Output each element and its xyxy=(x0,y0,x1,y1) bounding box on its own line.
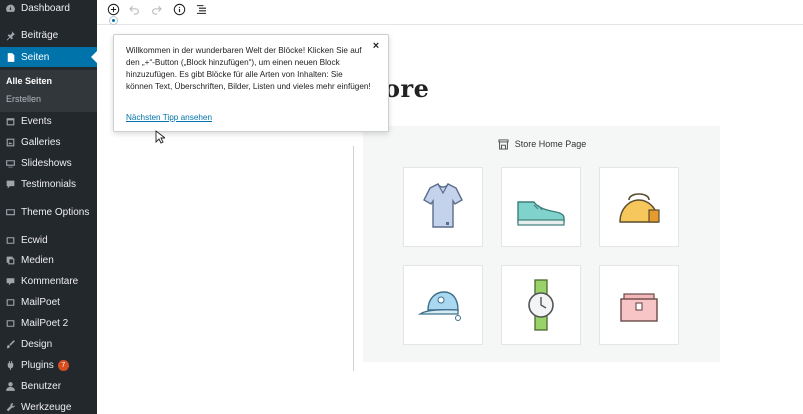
mouse-cursor-icon xyxy=(155,130,165,144)
sidebar-item-testimonials[interactable]: Testimonials xyxy=(0,174,97,194)
sidebar-item-galleries[interactable]: Galleries xyxy=(0,132,97,152)
sidebar-item-label: Galleries xyxy=(21,136,61,148)
watch-icon xyxy=(528,279,554,331)
pin-icon xyxy=(5,30,16,41)
sidebar-item-label: Seiten xyxy=(21,51,50,63)
sidebar-item-users[interactable]: Benutzer xyxy=(0,376,97,396)
sidebar-item-plugins[interactable]: Plugins 7 xyxy=(0,355,97,375)
next-tip-link[interactable]: Nächsten Tipp ansehen xyxy=(126,113,212,122)
sidebar-item-tools[interactable]: Werkzeuge xyxy=(0,397,97,414)
tip-popover: Willkommen in der wunderbaren Welt der B… xyxy=(113,34,389,132)
sidebar-item-slideshows[interactable]: Slideshows xyxy=(0,153,97,173)
sidebar-item-design[interactable]: Design xyxy=(0,334,97,354)
events-icon xyxy=(5,116,16,127)
sidebar-item-label: Testimonials xyxy=(21,178,77,190)
sidebar-item-mailpoet-2[interactable]: MailPoet 2 xyxy=(0,313,97,333)
dashboard-icon xyxy=(5,3,16,14)
product-tile[interactable] xyxy=(501,167,581,247)
product-tile[interactable] xyxy=(403,265,483,345)
list-outline-icon xyxy=(196,4,206,14)
product-tile[interactable] xyxy=(599,265,679,345)
sidebar-item-ecwid[interactable]: Ecwid xyxy=(0,230,97,250)
admin-sidebar: Dashboard Beiträge Seiten Alle Seiten Er… xyxy=(0,0,97,414)
sidebar-item-label: Dashboard xyxy=(21,2,70,14)
store-heading: Store Home Page xyxy=(363,136,720,152)
sidebar-item-pages[interactable]: Seiten xyxy=(0,47,97,67)
sidebar-item-label: MailPoet xyxy=(21,296,60,308)
undo-icon xyxy=(128,5,139,15)
sidebar-item-mailpoet[interactable]: MailPoet xyxy=(0,292,97,312)
sidebar-item-label: Design xyxy=(21,338,53,350)
page-title[interactable]: ore xyxy=(384,74,429,103)
cap-icon xyxy=(417,291,461,321)
sidebar-item-label: Medien xyxy=(21,254,54,266)
sidebar-item-theme-options[interactable]: Theme Options xyxy=(0,202,97,222)
tip-indicator[interactable] xyxy=(109,16,118,25)
pages-submenu: Alle Seiten Erstellen xyxy=(0,70,97,112)
bag-icon xyxy=(619,193,660,223)
block-divider xyxy=(353,146,354,371)
redo-icon xyxy=(151,5,162,15)
redo-button[interactable] xyxy=(148,1,164,17)
product-tile[interactable] xyxy=(501,265,581,345)
brush-icon xyxy=(5,339,16,350)
slideshow-icon xyxy=(5,158,16,169)
plugins-update-badge: 7 xyxy=(57,359,69,371)
submenu-all-pages[interactable]: Alle Seiten xyxy=(6,76,52,86)
sidebar-item-media[interactable]: Medien xyxy=(0,250,97,270)
sidebar-item-label: MailPoet 2 xyxy=(21,317,69,329)
sidebar-item-label: Theme Options xyxy=(21,206,90,218)
sidebar-item-label: Werkzeuge xyxy=(21,401,72,413)
store-icon xyxy=(498,138,509,150)
store-block[interactable]: Store Home Page xyxy=(363,126,720,362)
gallery-icon xyxy=(5,137,16,148)
sneaker-icon xyxy=(517,201,565,226)
product-tile[interactable] xyxy=(403,167,483,247)
add-block-button[interactable] xyxy=(105,1,121,17)
sidebar-item-dashboard[interactable]: Dashboard xyxy=(0,0,97,18)
sidebar-item-label: Events xyxy=(21,115,52,127)
tshirt-icon xyxy=(423,183,463,228)
close-tip-button[interactable]: × xyxy=(370,40,382,52)
sidebar-item-label: Benutzer xyxy=(21,380,62,392)
mailpoet-icon xyxy=(5,318,16,329)
comment-icon xyxy=(5,276,16,287)
media-icon xyxy=(5,255,16,266)
mailpoet-icon xyxy=(5,297,16,308)
sidebar-item-events[interactable]: Events xyxy=(0,111,97,131)
testimonial-icon xyxy=(5,179,16,190)
sidebar-item-label: Plugins xyxy=(21,359,54,371)
wrench-icon xyxy=(5,402,16,413)
pages-icon xyxy=(5,52,16,63)
plugin-icon xyxy=(5,360,16,371)
tip-text: Willkommen in der wunderbaren Welt der B… xyxy=(126,46,371,91)
plus-circle-icon xyxy=(107,3,119,15)
editor-toolbar xyxy=(97,0,803,25)
block-navigation-button[interactable] xyxy=(193,1,209,17)
app-window: Dashboard Beiträge Seiten Alle Seiten Er… xyxy=(0,0,803,414)
sidebar-item-label: Beiträge xyxy=(21,29,59,41)
submenu-create[interactable]: Erstellen xyxy=(6,94,41,104)
store-heading-label: Store Home Page xyxy=(514,139,587,149)
sidebar-item-label: Ecwid xyxy=(21,234,48,246)
theme-options-icon xyxy=(5,207,16,218)
content-info-button[interactable] xyxy=(171,1,187,17)
sidebar-item-label: Kommentare xyxy=(21,275,79,287)
info-icon xyxy=(173,3,185,15)
wallet-icon xyxy=(620,293,658,322)
product-tile[interactable] xyxy=(599,167,679,247)
sidebar-item-comments[interactable]: Kommentare xyxy=(0,271,97,291)
undo-button[interactable] xyxy=(126,1,142,17)
close-icon: × xyxy=(372,40,380,52)
ecwid-icon xyxy=(5,235,16,246)
sidebar-item-posts[interactable]: Beiträge xyxy=(0,25,97,45)
sidebar-item-label: Slideshows xyxy=(21,157,72,169)
user-icon xyxy=(5,381,16,392)
